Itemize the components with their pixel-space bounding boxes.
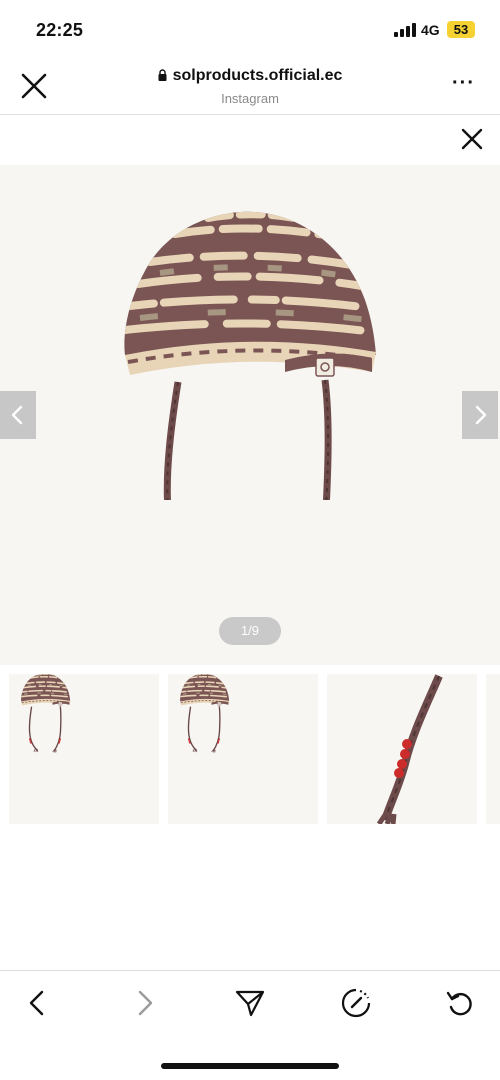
status-time: 22:25 (36, 20, 84, 40)
back-icon[interactable] (22, 987, 54, 1019)
bottom-toolbar (0, 971, 500, 1041)
share-icon[interactable] (234, 987, 266, 1019)
strap-closeup-image (376, 674, 443, 824)
hat-thumbnail-image (9, 674, 159, 824)
page-title: solproducts.official.ec (0, 67, 500, 85)
signal-icon (394, 23, 418, 37)
status-bar: 22:25 4G 53 (0, 0, 500, 58)
thumbnail-2[interactable] (168, 674, 318, 824)
chevron-right-icon (475, 405, 487, 425)
home-indicator[interactable] (161, 1063, 339, 1069)
thumbnail-1[interactable] (9, 674, 159, 824)
speed-icon[interactable] (340, 987, 372, 1019)
gallery-header (0, 115, 500, 165)
reload-icon[interactable] (444, 987, 476, 1019)
thumbnail-strip (0, 674, 500, 824)
hat-image (0, 165, 500, 665)
thumbnail-3[interactable] (327, 674, 477, 824)
previous-button[interactable] (0, 391, 36, 439)
network-type: 4G (421, 22, 440, 38)
chevron-left-icon (11, 405, 23, 425)
hat-thumbnail-image (168, 674, 318, 824)
lock-icon (158, 69, 167, 81)
close-icon[interactable] (460, 127, 484, 151)
product-image[interactable]: 1/9 (0, 165, 500, 665)
browser-header: solproducts.official.ec Instagram ··· (0, 58, 500, 114)
next-button[interactable] (462, 391, 498, 439)
battery-icon: 53 (447, 21, 475, 38)
page-subtitle: Instagram (221, 91, 279, 106)
thumbnail-4[interactable] (486, 674, 500, 824)
page-indicator: 1/9 (219, 617, 281, 645)
forward-icon[interactable] (128, 987, 160, 1019)
more-icon[interactable]: ··· (452, 72, 475, 95)
page-url: solproducts.official.ec (172, 67, 343, 84)
